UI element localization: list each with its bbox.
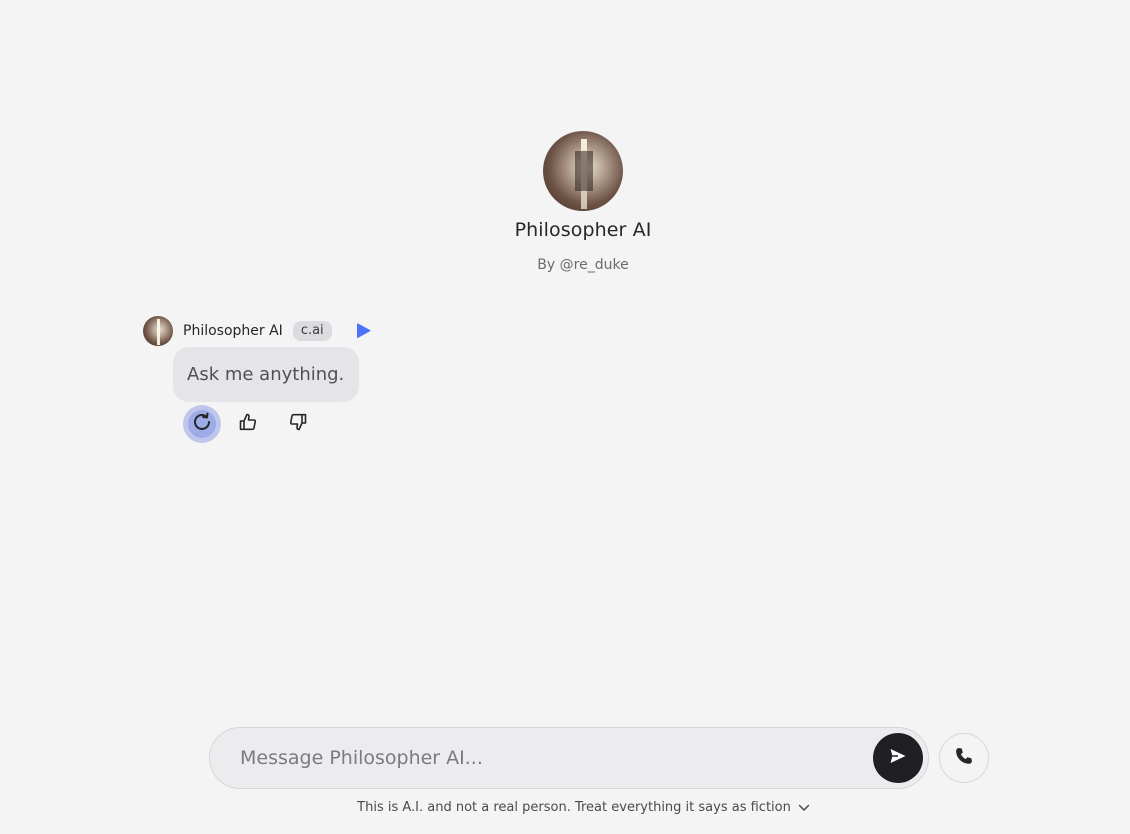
disclaimer[interactable]: This is A.I. and not a real person. Trea…	[0, 800, 1130, 815]
regenerate-icon	[191, 411, 213, 437]
message-sender-name: Philosopher AI	[183, 323, 283, 339]
thumbs-up-button[interactable]	[229, 405, 267, 443]
thumbs-down-button[interactable]	[279, 405, 317, 443]
chat-page: Philosopher AI By @re_duke Philosopher A…	[0, 0, 1130, 834]
chat-message: Philosopher AI c.ai Ask me anything.	[143, 316, 372, 443]
message-avatar[interactable]	[143, 316, 173, 346]
message-actions	[183, 405, 372, 443]
phone-icon	[954, 746, 974, 770]
send-button[interactable]	[873, 733, 923, 783]
message-bubble: Ask me anything.	[173, 347, 360, 402]
call-button[interactable]	[939, 733, 989, 783]
disclaimer-text: This is A.I. and not a real person. Trea…	[357, 800, 791, 815]
chevron-down-icon[interactable]	[797, 801, 811, 815]
character-author[interactable]: By @re_duke	[537, 257, 628, 273]
ai-badge: c.ai	[292, 321, 332, 341]
thumbs-down-icon	[288, 412, 308, 436]
thumbs-up-icon	[238, 412, 258, 436]
message-composer	[209, 727, 929, 789]
message-header: Philosopher AI c.ai	[143, 316, 372, 346]
send-icon	[888, 746, 908, 770]
character-avatar[interactable]	[543, 131, 623, 211]
play-icon[interactable]	[354, 322, 372, 340]
regenerate-button[interactable]	[183, 405, 221, 443]
message-input[interactable]	[210, 747, 873, 769]
character-header: Philosopher AI By @re_duke	[0, 131, 1130, 273]
character-name: Philosopher AI	[514, 219, 652, 241]
